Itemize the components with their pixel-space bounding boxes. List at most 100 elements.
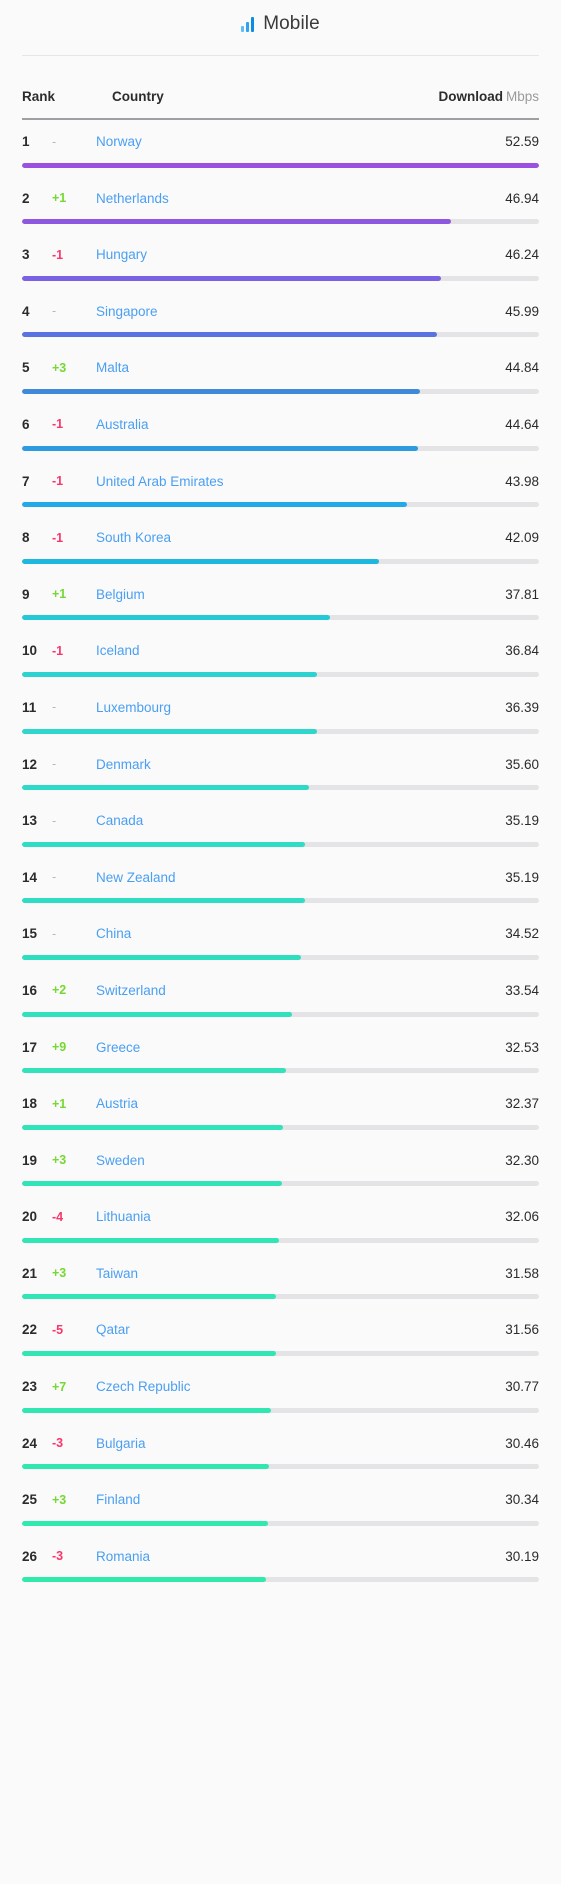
row-rank: 3 <box>22 247 30 263</box>
row-rank-change: +2 <box>52 983 67 998</box>
row-download-value: 36.39 <box>505 699 539 715</box>
row-bar-fill <box>22 558 379 564</box>
row-bar-track <box>22 219 539 225</box>
row-bar-track <box>22 671 539 677</box>
row-bar-track <box>22 615 539 621</box>
row-download-value: 30.77 <box>505 1379 539 1395</box>
row-bar-fill <box>22 1577 267 1583</box>
column-header-unit: Mbps <box>505 88 539 104</box>
row-download-value: 32.53 <box>505 1039 539 1055</box>
row-rank: 22 <box>22 1322 38 1338</box>
row-country-link[interactable]: Belgium <box>94 587 505 602</box>
table-row: 5 +3 Malta 44.84 <box>22 346 539 403</box>
row-bar-track <box>22 1068 539 1074</box>
table-row-content: 10 -1 Iceland 36.84 <box>22 629 539 672</box>
row-rank: 10 <box>22 643 38 659</box>
row-country-link[interactable]: Sweden <box>94 1153 505 1168</box>
row-rank-change: -1 <box>52 417 64 432</box>
row-country-link[interactable]: South Korea <box>94 530 505 545</box>
row-download-value: 31.58 <box>505 1265 539 1281</box>
row-country-link[interactable]: Hungary <box>94 247 505 262</box>
row-country-link[interactable]: Bulgaria <box>94 1436 505 1451</box>
row-country-link[interactable]: Czech Republic <box>94 1379 505 1394</box>
row-bar-track <box>22 1237 539 1243</box>
table-row: 19 +3 Sweden 32.30 <box>22 1139 539 1196</box>
row-download-value: 44.84 <box>505 360 539 376</box>
row-country-link[interactable]: Netherlands <box>94 191 505 206</box>
row-bar-fill <box>22 162 539 168</box>
row-bar-track <box>22 388 539 394</box>
row-country-link[interactable]: Romania <box>94 1549 505 1564</box>
table-row: 13- Canada 35.19 <box>22 799 539 856</box>
table-row-content: 12- Denmark 35.60 <box>22 743 539 786</box>
row-rank-change: -1 <box>52 247 64 262</box>
row-bar-track <box>22 1124 539 1130</box>
row-rank-change: -1 <box>52 474 64 489</box>
row-rank: 15 <box>22 926 38 942</box>
row-bar-fill <box>22 898 306 904</box>
row-country-link[interactable]: Iceland <box>94 643 505 658</box>
row-country-link[interactable]: Austria <box>94 1096 505 1111</box>
table-row-content: 22 -5 Qatar 31.56 <box>22 1308 539 1351</box>
table-row: 25 +3 Finland 30.34 <box>22 1478 539 1535</box>
row-download-value: 33.54 <box>505 982 539 998</box>
row-rank-change: +9 <box>52 1040 67 1054</box>
table-row-content: 26 -3 Romania 30.19 <box>22 1535 539 1578</box>
row-rank: 4 <box>22 303 30 319</box>
table-row-content: 14- New Zealand 35.19 <box>22 856 539 899</box>
row-bar-fill <box>22 502 408 508</box>
row-rank: 21 <box>22 1265 38 1281</box>
row-country-link[interactable]: Singapore <box>94 304 505 319</box>
row-bar-track <box>22 445 539 451</box>
row-rank: 26 <box>22 1548 38 1564</box>
header-divider <box>22 55 539 56</box>
column-header-rank: Rank <box>22 88 56 104</box>
row-country-link[interactable]: Taiwan <box>94 1266 505 1281</box>
table-row: 9 +1 Belgium 37.81 <box>22 573 539 630</box>
table-row-content: 8 -1 South Korea 42.09 <box>22 516 539 559</box>
row-bar-track <box>22 841 539 847</box>
row-bar-fill <box>22 1011 292 1017</box>
table-column-headers: Rank Country Download Mbps <box>0 74 561 118</box>
table-row: 26 -3 Romania 30.19 <box>22 1535 539 1592</box>
row-rank: 13 <box>22 813 38 829</box>
row-bar-track <box>22 1407 539 1413</box>
row-country-link[interactable]: China <box>94 926 505 941</box>
row-download-value: 34.52 <box>505 926 539 942</box>
row-download-value: 46.94 <box>505 190 539 206</box>
table-row: 10 -1 Iceland 36.84 <box>22 629 539 686</box>
table-row-content: 25 +3 Finland 30.34 <box>22 1478 539 1521</box>
row-country-link[interactable]: Finland <box>94 1492 505 1507</box>
column-header-download-label: Download <box>438 88 503 104</box>
row-download-value: 35.60 <box>505 756 539 772</box>
table-row: 12- Denmark 35.60 <box>22 743 539 800</box>
row-rank: 9 <box>22 586 30 602</box>
row-rank-change: - <box>52 304 57 319</box>
table-row: 11- Luxembourg 36.39 <box>22 686 539 743</box>
row-country-link[interactable]: New Zealand <box>94 870 505 885</box>
row-country-link[interactable]: Lithuania <box>94 1209 505 1224</box>
row-country-link[interactable]: Denmark <box>94 757 505 772</box>
row-country-link[interactable]: Malta <box>94 360 505 375</box>
row-rank: 14 <box>22 869 38 885</box>
row-country-link[interactable]: Greece <box>94 1040 505 1055</box>
row-country-link[interactable]: Qatar <box>94 1322 505 1337</box>
row-country-link[interactable]: United Arab Emirates <box>94 474 505 489</box>
row-rank-change: - <box>52 700 57 715</box>
row-country-link[interactable]: Australia <box>94 417 505 432</box>
row-country-link[interactable]: Norway <box>94 134 505 149</box>
row-rank-change: +3 <box>52 360 67 375</box>
table-row: 3 -1 Hungary 46.24 <box>22 233 539 290</box>
row-download-value: 31.56 <box>505 1322 539 1338</box>
row-bar-track <box>22 1011 539 1017</box>
row-bar-track <box>22 1351 539 1357</box>
row-country-link[interactable]: Switzerland <box>94 983 505 998</box>
row-country-link[interactable]: Canada <box>94 813 505 828</box>
row-bar-track <box>22 1294 539 1300</box>
row-country-link[interactable]: Luxembourg <box>94 700 505 715</box>
bar-chart-icon <box>241 16 255 32</box>
row-download-value: 37.81 <box>505 586 539 602</box>
row-bar-fill <box>22 1351 277 1357</box>
row-rank-change: - <box>52 870 57 885</box>
row-bar-track <box>22 275 539 281</box>
